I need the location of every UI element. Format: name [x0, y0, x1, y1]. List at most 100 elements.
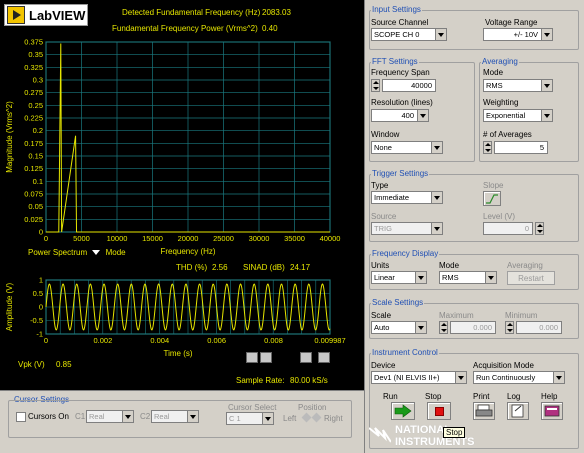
- labview-logo: LabVIEW: [4, 4, 88, 26]
- voltage-range-label: Voltage Range: [485, 18, 538, 27]
- spectrum-x-tick-label: 5000: [73, 234, 90, 243]
- units-select[interactable]: Linear: [371, 271, 427, 284]
- averaging-mode-dropdown-icon[interactable]: [541, 80, 552, 91]
- time-y-tick-label: 0: [39, 303, 43, 312]
- resolution-select[interactable]: 400: [371, 109, 429, 122]
- maximum-label: Maximum: [439, 311, 474, 320]
- restart-button[interactable]: Restart: [507, 271, 555, 285]
- frequency-span-spinner-icon[interactable]: [371, 79, 380, 92]
- voltage-range-value: +/- 10V: [513, 30, 538, 39]
- num-averages-input[interactable]: 5: [494, 141, 548, 154]
- c1-select[interactable]: Real: [86, 410, 134, 423]
- graph-zoom-tool-icon[interactable]: [260, 352, 272, 363]
- stop-button[interactable]: [427, 402, 451, 420]
- slope-button[interactable]: [483, 191, 501, 206]
- spectrum-y-tick-label: 0.25: [28, 101, 43, 110]
- c1-select-value: Real: [89, 412, 105, 421]
- spectrum-y-tick-label: 0.35: [28, 50, 43, 59]
- averaging-mode-select[interactable]: RMS: [483, 79, 553, 92]
- source-channel-dropdown-icon[interactable]: [435, 29, 446, 40]
- weighting-value: Exponential: [486, 111, 526, 120]
- spectrum-y-tick-label: 0.075: [24, 190, 43, 199]
- frequency-span-input[interactable]: 40000: [382, 79, 436, 92]
- power-spectrum-label: Power Spectrum: [28, 248, 88, 257]
- sample-rate-label: Sample Rate:: [236, 376, 285, 385]
- trigger-source-dropdown-icon[interactable]: [431, 223, 442, 234]
- trigger-level-spinner-icon[interactable]: [535, 222, 544, 235]
- mode-dropdown-arrow-icon[interactable]: [92, 250, 101, 255]
- scale-settings-title: Scale Settings: [371, 298, 425, 307]
- spectrum-y-tick-label: 0.125: [24, 164, 43, 173]
- trigger-source-select[interactable]: TRIG: [371, 222, 443, 235]
- display-mode-dropdown-icon[interactable]: [485, 272, 496, 283]
- device-select[interactable]: Dev1 (NI ELVIS II+): [371, 371, 467, 384]
- scale-select[interactable]: Auto: [371, 321, 427, 334]
- spectrum-y-tick-label: 0.15: [28, 152, 43, 161]
- source-channel-select[interactable]: SCOPE CH 0: [371, 28, 447, 41]
- source-channel-value: SCOPE CH 0: [374, 30, 420, 39]
- maximum-spinner-icon[interactable]: [439, 321, 448, 334]
- time-domain-graph[interactable]: 0 0.002 0.004 0.006 0.008 0.009987 -1 -0.5 0 0.5 1…: [0, 272, 364, 362]
- cursor-select-dropdown[interactable]: C 1: [226, 412, 274, 425]
- c2-dropdown-icon[interactable]: [187, 411, 198, 422]
- window-dropdown-icon[interactable]: [431, 142, 442, 153]
- run-button[interactable]: [391, 402, 415, 420]
- input-settings-title: Input Settings: [371, 5, 422, 14]
- display-mode-select[interactable]: RMS: [439, 271, 497, 284]
- settings-panel: Input Settings Source Channel SCOPE CH 0…: [364, 0, 584, 453]
- spectrum-x-tick-label: 35000: [284, 234, 305, 243]
- voltage-range-select[interactable]: +/- 10V: [483, 28, 553, 41]
- minimum-spinner-icon[interactable]: [505, 321, 514, 334]
- time-y-tick-label: 1: [39, 276, 43, 285]
- cursor-settings-panel: Cursor Settings Cursors On C1 Real C2 Re…: [0, 390, 364, 453]
- trigger-type-label: Type: [371, 181, 389, 190]
- c1-dropdown-icon[interactable]: [122, 411, 133, 422]
- window-select[interactable]: None: [371, 141, 443, 154]
- scale-dropdown-icon[interactable]: [415, 322, 426, 333]
- scale-label: Scale: [371, 311, 392, 320]
- spectrum-x-axis-label: Frequency (Hz): [160, 247, 215, 256]
- spectrum-y-tick-label: 0.225: [24, 114, 43, 123]
- weighting-dropdown-icon[interactable]: [541, 110, 552, 121]
- acquisition-mode-dropdown-icon[interactable]: [553, 372, 564, 383]
- c2-label: C2: [140, 412, 151, 421]
- display-panel: LabVIEW Detected Fundamental Frequency (…: [0, 0, 364, 390]
- log-button[interactable]: [507, 402, 529, 420]
- units-dropdown-icon[interactable]: [415, 272, 426, 283]
- print-button[interactable]: [473, 402, 495, 420]
- time-x-tick-label: 0.008: [264, 336, 283, 345]
- trigger-source-value: TRIG: [374, 224, 392, 233]
- device-dropdown-icon[interactable]: [455, 372, 466, 383]
- thd-value: 2.56: [212, 263, 228, 272]
- resolution-value: 400: [401, 111, 414, 120]
- x-scale-lock-icon[interactable]: [300, 352, 312, 363]
- cursor-select-dropdown-icon[interactable]: [262, 413, 273, 424]
- voltage-range-dropdown-icon[interactable]: [541, 29, 552, 40]
- time-x-tick-label: 0: [44, 336, 48, 345]
- trigger-level-input[interactable]: 0: [483, 222, 533, 235]
- cursor-select-label: Cursor Select: [228, 403, 277, 412]
- time-y-tick-label: -0.5: [30, 316, 43, 325]
- power-spectrum-control[interactable]: Power Spectrum Mode: [28, 248, 126, 257]
- stop-square-icon: [435, 407, 444, 416]
- help-button[interactable]: [541, 402, 563, 420]
- acquisition-mode-select[interactable]: Run Continuously: [473, 371, 565, 384]
- maximum-input[interactable]: 0.000: [450, 321, 496, 334]
- resolution-dropdown-icon[interactable]: [417, 110, 428, 121]
- trigger-type-dropdown-icon[interactable]: [431, 192, 442, 203]
- cursors-on-checkbox[interactable]: [16, 412, 26, 422]
- labview-glyph-icon: [7, 6, 25, 24]
- resolution-label: Resolution (lines): [371, 98, 433, 107]
- minimum-label: Minimum: [505, 311, 538, 320]
- time-x-tick-label: 0.002: [93, 336, 112, 345]
- c2-select[interactable]: Real: [151, 410, 199, 423]
- weighting-select[interactable]: Exponential: [483, 109, 553, 122]
- num-averages-spinner-icon[interactable]: [483, 141, 492, 154]
- trigger-type-select[interactable]: Immediate: [371, 191, 443, 204]
- spectrum-y-tick-label: 0.375: [24, 38, 43, 47]
- y-scale-lock-icon[interactable]: [318, 352, 330, 363]
- spectrum-y-tick-label: 0.05: [28, 202, 43, 211]
- graph-cursor-tool-icon[interactable]: [246, 352, 258, 363]
- slope-label: Slope: [483, 181, 504, 190]
- minimum-input[interactable]: 0.000: [516, 321, 562, 334]
